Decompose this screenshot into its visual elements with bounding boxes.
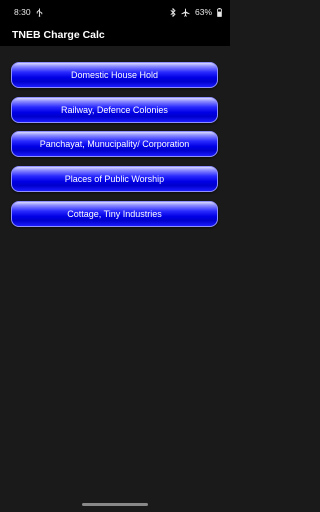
gesture-navigation-bar[interactable] <box>82 503 148 506</box>
button-label: Places of Public Worship <box>64 174 165 184</box>
app-title: TNEB Charge Calc <box>12 29 105 41</box>
menu-content: Domestic House Hold Railway, Defence Col… <box>0 46 230 512</box>
railway-defence-colonies-button[interactable]: Railway, Defence Colonies <box>11 97 218 123</box>
status-left: 8:30 <box>14 7 43 17</box>
button-label: Domestic House Hold <box>70 70 159 80</box>
button-label: Panchayat, Munucipality/ Corporation <box>39 139 190 149</box>
status-time: 8:30 <box>14 7 31 17</box>
panchayat-municipality-corporation-button[interactable]: Panchayat, Munucipality/ Corporation <box>11 131 218 157</box>
status-right: 63% <box>170 7 222 17</box>
battery-icon <box>217 7 222 17</box>
button-label: Cottage, Tiny Industries <box>67 209 162 219</box>
usb-debug-icon <box>36 8 43 17</box>
domestic-house-hold-button[interactable]: Domestic House Hold <box>11 62 218 88</box>
button-label: Railway, Defence Colonies <box>61 105 168 115</box>
places-of-public-worship-button[interactable]: Places of Public Worship <box>11 166 218 192</box>
status-bar: 8:30 63% <box>0 0 230 24</box>
cottage-tiny-industries-button[interactable]: Cottage, Tiny Industries <box>11 201 218 227</box>
bluetooth-icon <box>170 7 176 17</box>
app-bar: TNEB Charge Calc <box>0 24 230 46</box>
battery-percentage: 63% <box>194 7 212 17</box>
airplane-mode-icon <box>181 8 190 17</box>
